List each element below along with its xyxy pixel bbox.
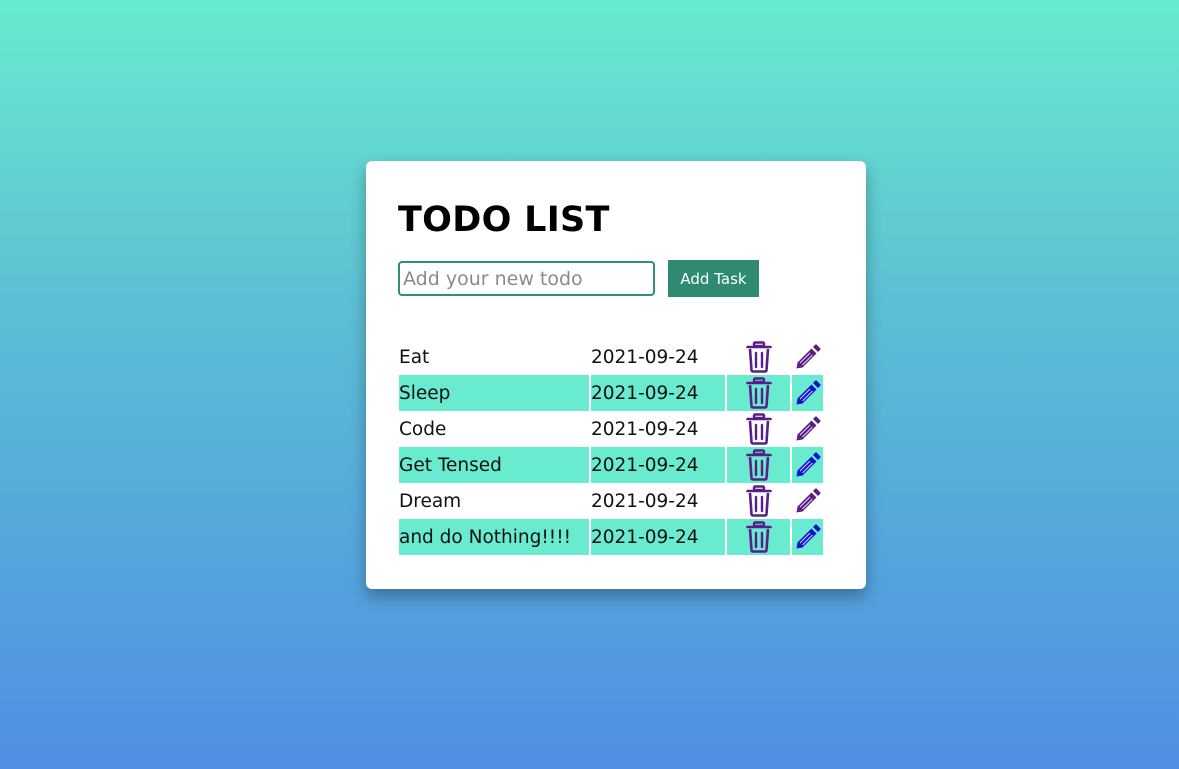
todo-row: Dream 2021-09-24	[399, 483, 823, 519]
trash-icon[interactable]	[745, 449, 772, 481]
add-task-button[interactable]: Add Task	[668, 260, 759, 297]
delete-cell	[727, 375, 790, 411]
todo-row: Code 2021-09-24	[399, 411, 823, 447]
todo-task-text: Sleep	[399, 375, 589, 411]
todo-task-text: Eat	[399, 346, 430, 368]
trash-icon[interactable]	[745, 341, 772, 373]
todo-date: 2021-09-24	[591, 375, 725, 411]
todo-date: 2021-09-24	[591, 418, 699, 440]
delete-cell	[727, 519, 790, 555]
pencil-icon[interactable]	[795, 524, 821, 550]
todo-task-text: Get Tensed	[399, 447, 589, 483]
todo-date: 2021-09-24	[591, 490, 699, 512]
trash-icon[interactable]	[745, 377, 772, 409]
todo-date: 2021-09-24	[591, 519, 725, 555]
todo-row: and do Nothing!!!! 2021-09-24	[399, 519, 823, 555]
edit-cell	[792, 375, 823, 411]
edit-cell	[792, 519, 823, 555]
page-title: TODO LIST	[398, 200, 610, 240]
todo-date: 2021-09-24	[591, 447, 725, 483]
edit-cell	[792, 411, 823, 447]
delete-cell	[727, 411, 790, 447]
trash-icon[interactable]	[745, 413, 772, 445]
new-todo-input[interactable]	[398, 261, 655, 296]
pencil-icon[interactable]	[795, 488, 821, 514]
todo-task-text: Code	[399, 418, 447, 440]
todo-task-text: Dream	[399, 490, 462, 512]
todo-task-text: and do Nothing!!!!	[399, 519, 589, 555]
edit-cell	[792, 483, 823, 519]
pencil-icon[interactable]	[795, 380, 821, 406]
todo-list: Eat 2021-09-24 Sleep 2021-09-24 Code 2021-09-…	[399, 339, 823, 555]
trash-icon[interactable]	[745, 521, 772, 553]
todo-row: Sleep 2021-09-24	[399, 375, 823, 411]
pencil-icon[interactable]	[795, 416, 821, 442]
todo-date: 2021-09-24	[591, 346, 699, 368]
todo-table: Eat 2021-09-24 Sleep 2021-09-24 Code 2021-09-…	[397, 339, 825, 555]
pencil-icon[interactable]	[795, 452, 821, 478]
delete-cell	[727, 339, 790, 375]
todo-row: Eat 2021-09-24	[399, 339, 823, 375]
trash-icon[interactable]	[745, 485, 772, 517]
edit-cell	[792, 447, 823, 483]
delete-cell	[727, 483, 790, 519]
edit-cell	[792, 339, 823, 375]
todo-row: Get Tensed 2021-09-24	[399, 447, 823, 483]
todo-card: TODO LIST Add Task Eat2021-09-24Sleep202…	[366, 161, 866, 589]
delete-cell	[727, 447, 790, 483]
pencil-icon[interactable]	[795, 344, 821, 370]
